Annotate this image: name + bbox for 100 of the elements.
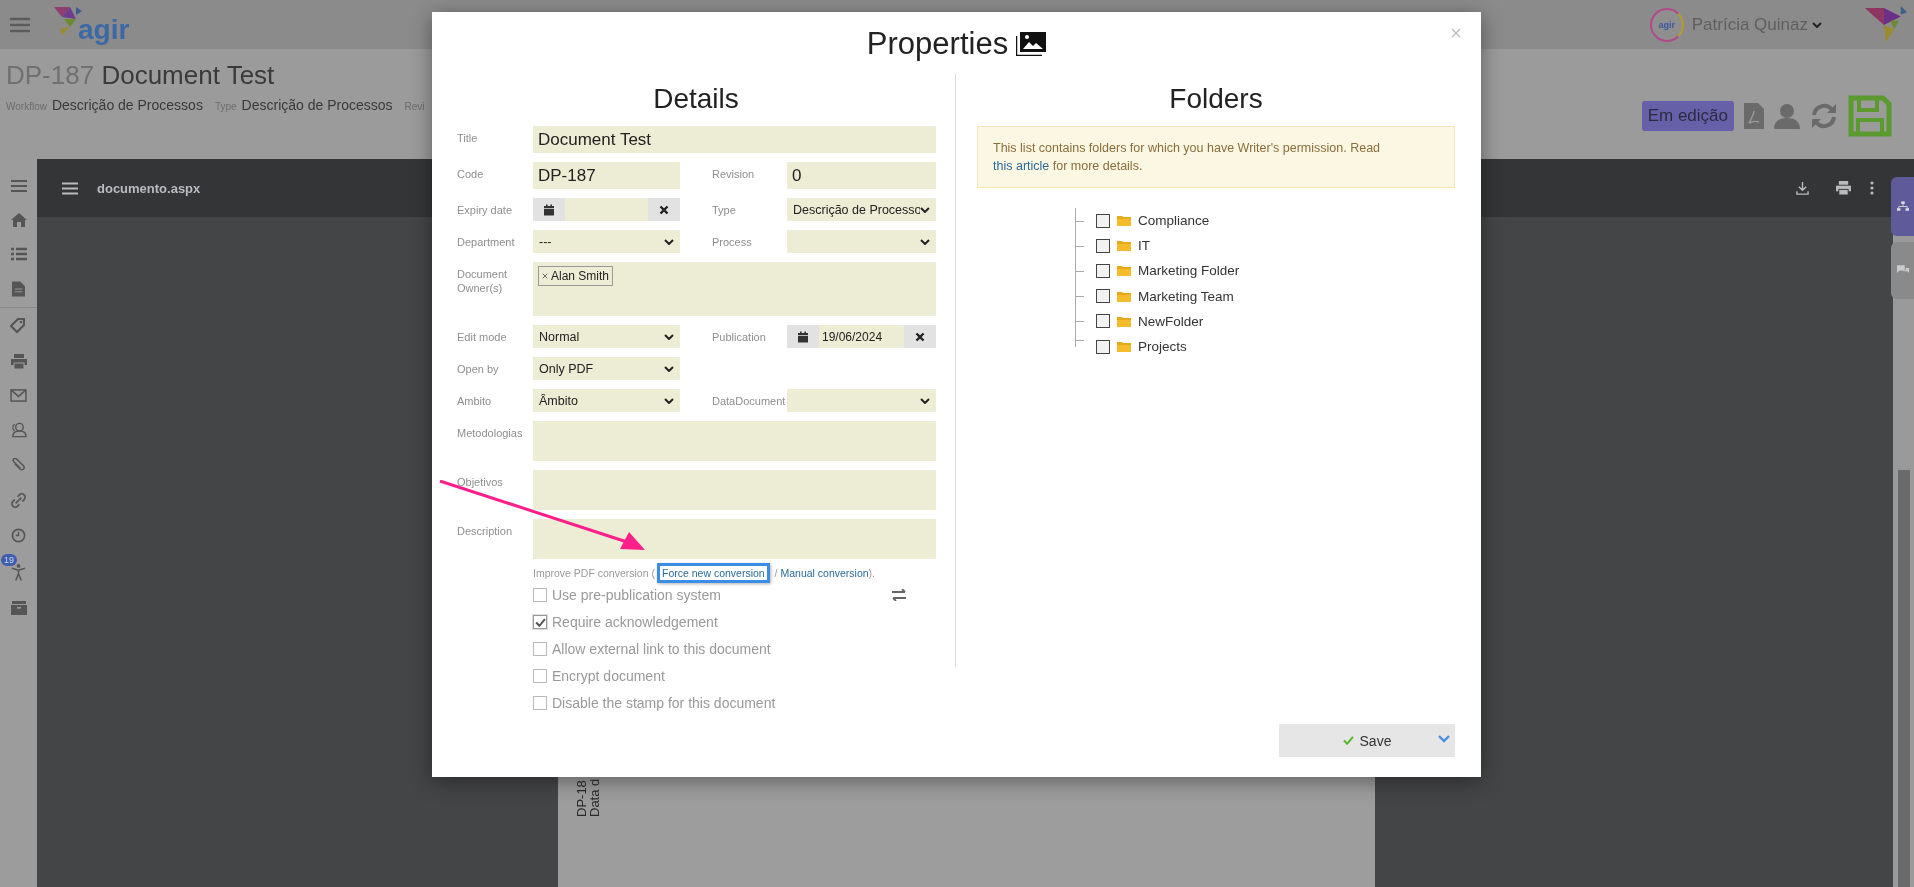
document-title: Document Test [101, 60, 275, 90]
field-label: Expiry date [457, 203, 514, 217]
field-label: Ambito [457, 394, 493, 408]
dropdown-field[interactable]: Âmbito [533, 389, 680, 412]
text-field[interactable]: DP-187 [533, 162, 680, 189]
dropdown-field[interactable] [787, 389, 936, 412]
field-label: Publication [712, 330, 767, 344]
dropdown-field[interactable]: Descrição de Processo [787, 198, 936, 221]
tag-icon[interactable] [9, 318, 28, 334]
checkbox[interactable] [533, 642, 547, 656]
file-name: documento.aspx [97, 180, 201, 196]
field-label: Process [712, 235, 753, 249]
dropdown-field[interactable]: --- [533, 230, 680, 253]
checkbox[interactable] [1096, 314, 1110, 329]
article-link[interactable]: this article [993, 159, 1050, 173]
field-label: Document Owner(s) [457, 267, 509, 295]
download-icon[interactable] [1796, 181, 1809, 195]
option-label: Encrypt document [552, 668, 665, 684]
envelope-icon[interactable] [10, 389, 27, 402]
menu-icon[interactable] [62, 181, 78, 195]
folder-name[interactable]: Marketing Team [1138, 288, 1234, 304]
calendar-icon[interactable] [543, 203, 555, 216]
close-icon[interactable] [1451, 28, 1461, 38]
folder-icon [1117, 265, 1131, 277]
print-icon[interactable] [1836, 181, 1851, 195]
calendar-icon[interactable] [797, 330, 809, 343]
print-icon[interactable] [10, 354, 27, 369]
more-icon[interactable] [1870, 181, 1874, 195]
tree-line [1075, 283, 1086, 309]
dialog-title: Properties [866, 26, 1009, 62]
users-icon[interactable] [10, 422, 27, 438]
owner-tag[interactable]: Alan Smith [538, 266, 614, 286]
notice-text: This list contains folders for which you have Writer's permission. Read this article for more details. [993, 140, 1382, 175]
chevron-down-icon [664, 333, 674, 340]
folder-name[interactable]: Compliance [1138, 213, 1210, 229]
field-label: Department [457, 235, 516, 249]
side-tab[interactable] [1891, 177, 1914, 236]
meta-value: Descrição de Processos [51, 97, 203, 113]
date-field[interactable]: 19/06/2024 [819, 325, 904, 348]
checkbox[interactable] [1096, 263, 1110, 278]
user-icon[interactable] [1774, 103, 1800, 129]
checkbox[interactable] [1096, 213, 1110, 228]
scrollbar-thumb[interactable] [1897, 470, 1910, 887]
menu-icon[interactable] [10, 179, 27, 193]
tags-field[interactable]: Alan Smith [533, 262, 936, 316]
conversion-link[interactable]: Force new conversion [656, 563, 770, 583]
refresh-icon[interactable] [1810, 103, 1838, 129]
dropdown-field[interactable]: Only PDF [533, 357, 680, 380]
text-field[interactable]: 0 [787, 162, 936, 189]
field-label: Description [457, 524, 514, 538]
checkbox[interactable] [1096, 289, 1110, 304]
home-icon[interactable] [10, 213, 27, 227]
clear-icon[interactable] [915, 331, 925, 342]
check-icon [1342, 736, 1354, 745]
chevron-down-icon [664, 238, 674, 245]
checkbox[interactable] [1096, 238, 1110, 253]
folder-name[interactable]: NewFolder [1138, 313, 1204, 329]
archive-icon[interactable] [10, 601, 27, 615]
field-label: Revision [712, 167, 756, 181]
file-icon[interactable] [12, 281, 25, 297]
field-label: Edit mode [457, 330, 508, 344]
text-area[interactable] [533, 519, 936, 559]
hierarchy-icon [1897, 201, 1909, 212]
side-tab[interactable] [1891, 242, 1914, 299]
folder-icon [1117, 315, 1131, 327]
folder-icon [1117, 290, 1131, 302]
checkbox[interactable] [1096, 339, 1110, 354]
checkbox[interactable] [533, 696, 547, 710]
conversion-link[interactable]: Manual conversion [780, 567, 869, 579]
save-button[interactable]: Save [1279, 724, 1455, 757]
comments-icon [1897, 265, 1909, 276]
chevron-down-icon [920, 238, 930, 245]
text-field[interactable]: Document Test [533, 126, 936, 153]
checkbox[interactable] [533, 588, 547, 602]
pdf-icon[interactable] [1744, 103, 1764, 129]
meta-value: Descrição de Processos [241, 97, 393, 113]
dropdown-field[interactable] [787, 230, 936, 253]
folder-name[interactable]: Projects [1138, 339, 1187, 355]
folder-name[interactable]: Marketing Folder [1138, 263, 1240, 279]
image-icon [1016, 32, 1047, 56]
clear-icon[interactable] [659, 204, 669, 215]
clock-icon[interactable] [11, 528, 26, 543]
date-field[interactable] [565, 198, 648, 221]
dropdown-field[interactable]: Normal [533, 325, 680, 348]
checkbox[interactable] [533, 615, 547, 629]
tree-line [1075, 208, 1086, 234]
tree-line [1075, 258, 1086, 284]
list-icon[interactable] [10, 247, 27, 261]
paperclip-icon[interactable] [11, 458, 26, 473]
chevron-down-icon [664, 365, 674, 372]
field-label: Objetivos [457, 475, 504, 489]
link-icon[interactable] [11, 493, 26, 508]
folder-name[interactable]: IT [1138, 238, 1150, 254]
remove-icon[interactable] [542, 273, 548, 279]
page-text: DP-18 [576, 779, 587, 817]
chevron-down-icon[interactable] [1438, 735, 1450, 743]
field-label: Title [457, 131, 479, 145]
checkbox[interactable] [533, 669, 547, 683]
person-icon[interactable] [11, 563, 26, 581]
swap-icon[interactable] [891, 589, 907, 601]
